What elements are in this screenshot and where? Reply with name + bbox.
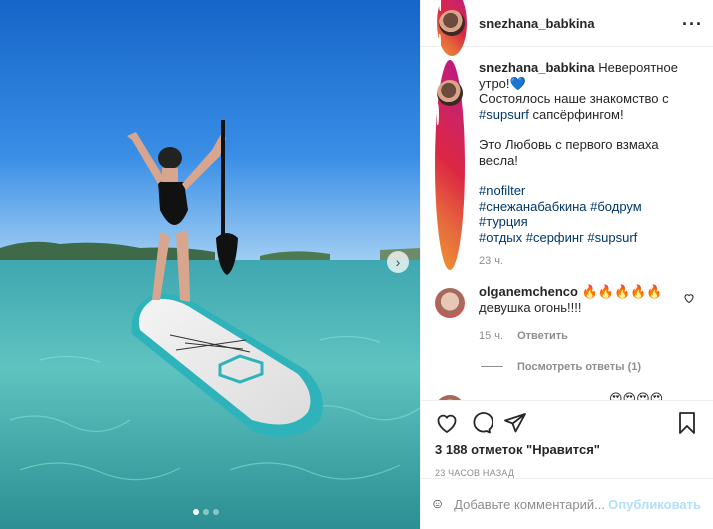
comment-text: девушка огонь!!!!: [479, 299, 582, 315]
hashtags-line1[interactable]: #nofilter: [479, 183, 689, 199]
view-replies-label: Посмотреть ответы (1): [517, 360, 642, 373]
emoji-icon[interactable]: [433, 492, 442, 516]
post-caption: snezhana_babkina Невероятное утро!💙 Сост…: [421, 60, 713, 270]
heart-icon[interactable]: [683, 292, 695, 304]
comment-username[interactable]: olganemchenco: [479, 284, 578, 299]
carousel-dot: [203, 509, 209, 515]
profile-avatar[interactable]: [437, 0, 467, 56]
bookmark-icon[interactable]: [675, 411, 699, 435]
post-photo[interactable]: ›: [0, 0, 420, 529]
likes-count[interactable]: 3 188 отметок "Нравится": [435, 442, 699, 457]
post-username[interactable]: snezhana_babkina: [479, 16, 595, 31]
comments-list[interactable]: snezhana_babkina Невероятное утро!💙 Сост…: [421, 60, 713, 400]
comment-time[interactable]: 15 ч.: [479, 328, 503, 344]
hashtag-link[interactable]: #supsurf: [479, 107, 529, 122]
post-header: snezhana_babkina ···: [421, 0, 713, 56]
comment-item: olganemchenco 🔥🔥🔥🔥🔥 девушка огонь!!!! 15…: [421, 284, 713, 344]
share-icon[interactable]: [503, 411, 527, 435]
comment-item: 😍😍😍😍: [421, 390, 713, 401]
caption-avatar[interactable]: [435, 60, 465, 270]
carousel-dots: [193, 509, 219, 515]
caption-line2-pre: Состоялось наше знакомство с: [479, 91, 669, 106]
hashtags-line2[interactable]: #снежанабабкина #бодрум #турция: [479, 199, 689, 230]
blue-heart-icon: 💙: [509, 75, 526, 91]
heart-eyes-emojis: 😍😍😍😍: [609, 390, 664, 401]
carousel-dot: [213, 509, 219, 515]
comment-input[interactable]: [454, 496, 605, 512]
caption-line2-post: сапсёрфингом!: [528, 106, 624, 122]
publish-button[interactable]: Опубликовать: [608, 497, 701, 512]
comment-avatar[interactable]: [435, 287, 465, 318]
photo-image: [0, 0, 420, 529]
ellipsis-icon[interactable]: ···: [682, 14, 703, 35]
post-timestamp[interactable]: 23 ЧАСОВ НАЗАД: [435, 468, 699, 478]
caption-line3: Это Любовь с первого взмаха весла!: [479, 137, 659, 168]
post-actions: 3 188 отметок "Нравится" 23 ЧАСОВ НАЗАД: [421, 400, 713, 478]
like-heart-icon[interactable]: [435, 411, 459, 435]
view-replies-button[interactable]: Посмотреть ответы (1): [421, 361, 713, 373]
add-comment-bar: Опубликовать: [421, 478, 713, 529]
fire-emojis: 🔥🔥🔥🔥🔥: [581, 283, 663, 299]
hashtags-line3[interactable]: #отдых #серфинг #supsurf: [479, 230, 689, 246]
next-photo-button[interactable]: ›: [387, 251, 409, 273]
caption-username[interactable]: snezhana_babkina: [479, 60, 595, 75]
caption-time[interactable]: 23 ч.: [479, 254, 689, 270]
comment-icon[interactable]: [469, 411, 493, 435]
reply-button[interactable]: Ответить: [517, 328, 568, 344]
carousel-dot-active: [193, 509, 199, 515]
post-panel: snezhana_babkina ··· snezhana_babkina Не…: [420, 0, 713, 529]
